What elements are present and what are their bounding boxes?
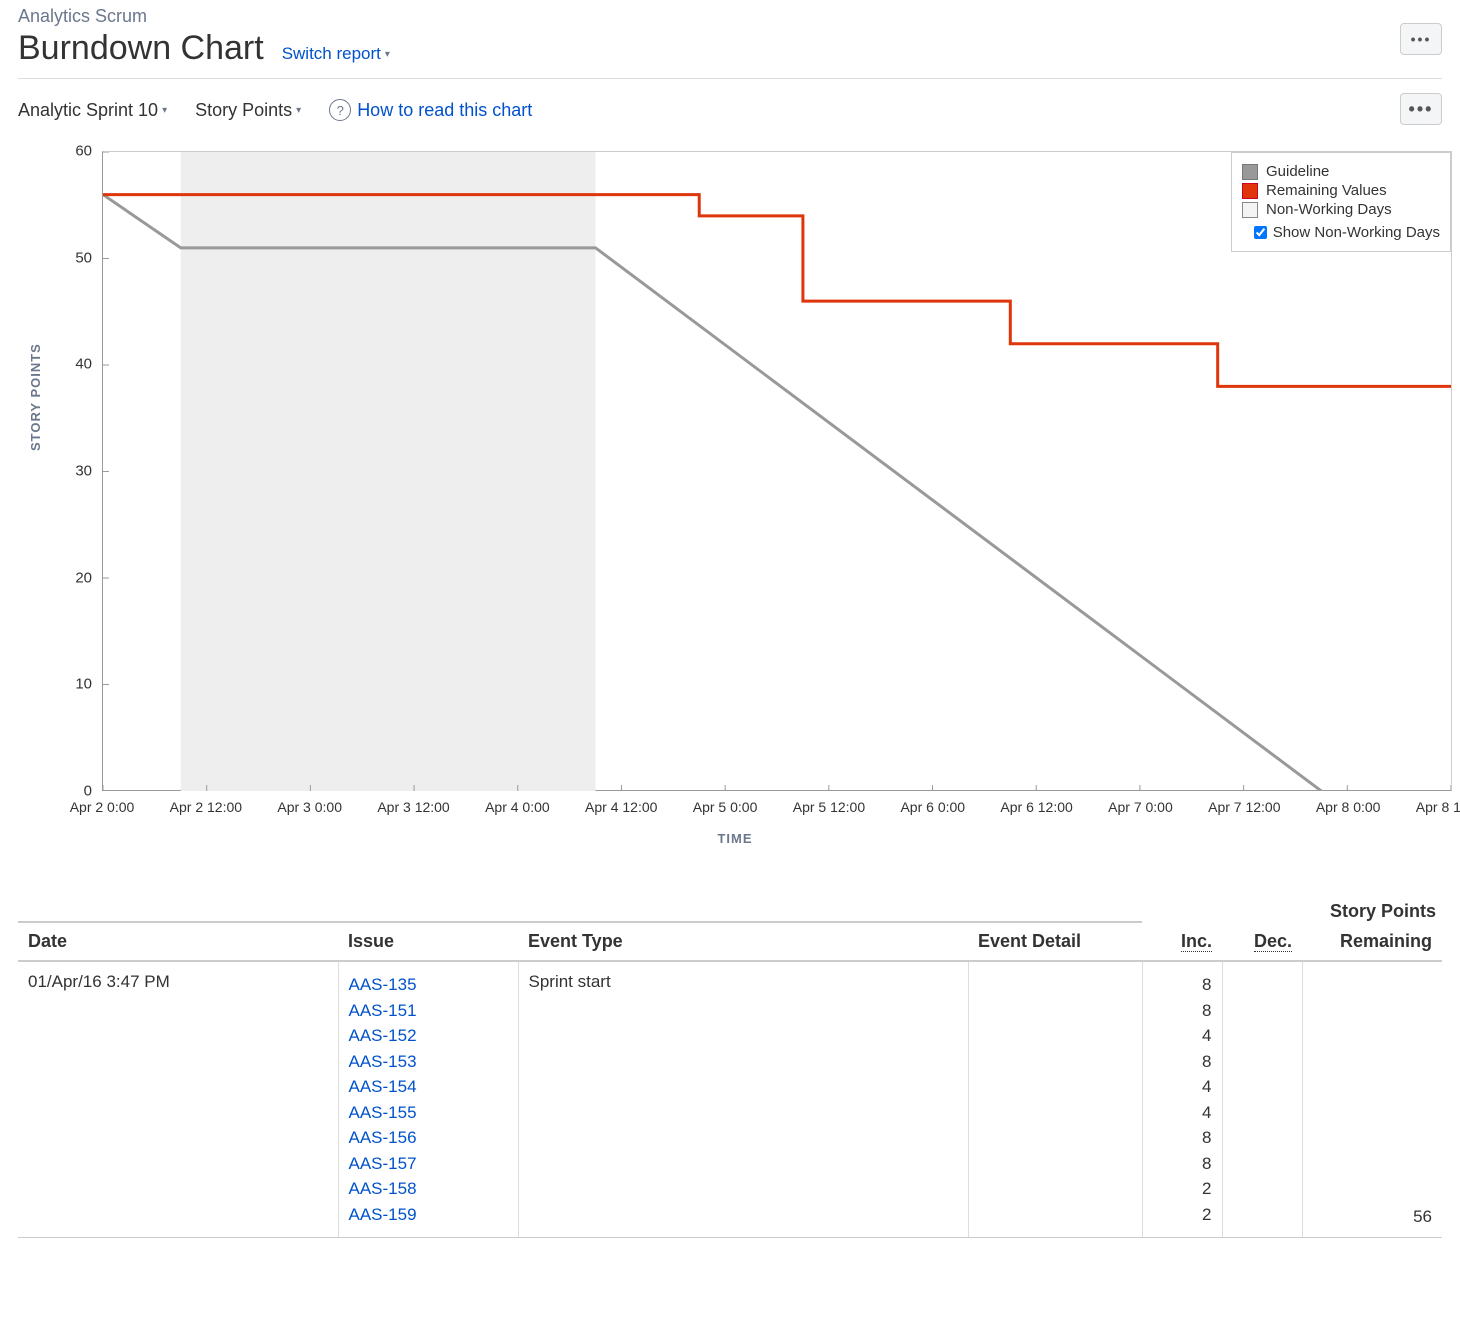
x-tick: Apr 6 0:00: [900, 799, 965, 815]
x-tick: Apr 3 12:00: [377, 799, 449, 815]
col-dec-label: Dec.: [1222, 922, 1302, 961]
x-tick: Apr 7 12:00: [1208, 799, 1280, 815]
how-to-read-label: How to read this chart: [357, 100, 532, 121]
inc-value: 4: [1153, 1074, 1212, 1100]
page-title: Burndown Chart: [18, 29, 264, 68]
estimation-picker-label: Story Points: [195, 100, 292, 121]
inc-value: 2: [1153, 1176, 1212, 1202]
y-tick: 50: [56, 249, 92, 266]
col-etype-label: Event Type: [518, 922, 968, 961]
x-tick: Apr 8 0:00: [1316, 799, 1381, 815]
col-issue-label: Issue: [338, 922, 518, 961]
table-row: 01/Apr/16 3:47 PM AAS-135AAS-151AAS-152A…: [18, 961, 1442, 1238]
inc-value: 4: [1153, 1100, 1212, 1126]
switch-report-label: Switch report: [282, 44, 381, 63]
switch-report-link[interactable]: Switch report ▾: [282, 44, 390, 64]
legend-label-nonworking: Non-Working Days: [1266, 201, 1392, 218]
sprint-picker[interactable]: Analytic Sprint 10 ▾: [18, 100, 167, 121]
help-icon: ?: [329, 99, 351, 121]
chevron-down-icon: ▾: [385, 49, 390, 60]
x-tick: Apr 2 12:00: [170, 799, 242, 815]
y-tick: 40: [56, 356, 92, 373]
col-date-label: Date: [18, 922, 338, 961]
how-to-read-link[interactable]: ? How to read this chart: [329, 99, 532, 121]
x-tick: Apr 8 12:00: [1416, 799, 1460, 815]
col-edetail-label: Event Detail: [968, 922, 1142, 961]
issue-link[interactable]: AAS-159: [349, 1202, 508, 1228]
divider: [18, 78, 1442, 79]
issue-link[interactable]: AAS-156: [349, 1125, 508, 1151]
cell-event-detail: [968, 961, 1142, 1238]
legend-label-remaining: Remaining Values: [1266, 182, 1387, 199]
issue-link[interactable]: AAS-154: [349, 1074, 508, 1100]
issue-link[interactable]: AAS-157: [349, 1151, 508, 1177]
y-tick: 60: [56, 143, 92, 160]
inc-value: 8: [1153, 998, 1212, 1024]
cell-date: 01/Apr/16 3:47 PM: [18, 961, 338, 1238]
cell-dec: [1222, 961, 1302, 1238]
chart-plot-area: Guideline Remaining Values Non-Working D…: [102, 151, 1452, 791]
cell-remaining: 56: [1302, 961, 1442, 1238]
cell-event-type: Sprint start: [518, 961, 968, 1238]
issue-link[interactable]: AAS-153: [349, 1049, 508, 1075]
story-points-header: Story Points: [1142, 901, 1442, 922]
x-tick: Apr 5 12:00: [793, 799, 865, 815]
legend-swatch-remaining: [1242, 183, 1258, 199]
chart-more-actions-button[interactable]: •••: [1400, 93, 1442, 125]
col-inc-label: Inc.: [1142, 922, 1222, 961]
x-tick: Apr 4 12:00: [585, 799, 657, 815]
issue-link[interactable]: AAS-158: [349, 1176, 508, 1202]
chart-legend: Guideline Remaining Values Non-Working D…: [1231, 152, 1451, 252]
y-tick: 10: [56, 676, 92, 693]
ellipsis-icon: •••: [1411, 31, 1432, 47]
chevron-down-icon: ▾: [162, 105, 167, 116]
y-axis-label: STORY POINTS: [28, 343, 43, 451]
col-remaining-label: Remaining: [1302, 922, 1442, 961]
issue-link[interactable]: AAS-151: [349, 998, 508, 1024]
issue-link[interactable]: AAS-155: [349, 1100, 508, 1126]
inc-value: 4: [1153, 1023, 1212, 1049]
x-tick: Apr 2 0:00: [70, 799, 135, 815]
col-date: [18, 901, 338, 922]
show-nonworking-label: Show Non-Working Days: [1273, 224, 1440, 241]
x-tick: Apr 4 0:00: [485, 799, 550, 815]
col-issue-ph: [338, 901, 518, 922]
inc-value: 8: [1153, 972, 1212, 998]
x-axis-label: TIME: [717, 831, 752, 846]
ellipsis-icon: •••: [1409, 99, 1434, 120]
legend-swatch-nonworking: [1242, 202, 1258, 218]
inc-value: 8: [1153, 1151, 1212, 1177]
legend-swatch-guideline: [1242, 164, 1258, 180]
chevron-down-icon: ▾: [296, 105, 301, 116]
issue-link[interactable]: AAS-152: [349, 1023, 508, 1049]
estimation-picker[interactable]: Story Points ▾: [195, 100, 301, 121]
inc-value: 2: [1153, 1202, 1212, 1228]
y-tick: 20: [56, 569, 92, 586]
y-tick: 0: [56, 783, 92, 800]
breadcrumb[interactable]: Analytics Scrum: [18, 0, 1442, 27]
legend-label-guideline: Guideline: [1266, 163, 1329, 180]
col-etype-ph: [518, 901, 968, 922]
cell-issues: AAS-135AAS-151AAS-152AAS-153AAS-154AAS-1…: [338, 961, 518, 1238]
inc-value: 8: [1153, 1125, 1212, 1151]
cell-inc: 8848448822: [1142, 961, 1222, 1238]
show-nonworking-checkbox[interactable]: [1254, 226, 1267, 239]
events-table: Story Points Date Issue Event Type Event…: [18, 901, 1442, 1238]
sprint-picker-label: Analytic Sprint 10: [18, 100, 158, 121]
x-tick: Apr 5 0:00: [693, 799, 758, 815]
burndown-chart: STORY POINTS 0102030405060 Guideline Rem…: [28, 151, 1442, 871]
more-actions-button[interactable]: •••: [1400, 23, 1442, 55]
col-edetail-ph: [968, 901, 1142, 922]
y-tick: 30: [56, 463, 92, 480]
x-tick: Apr 7 0:00: [1108, 799, 1173, 815]
inc-value: 8: [1153, 1049, 1212, 1075]
x-tick: Apr 3 0:00: [277, 799, 342, 815]
issue-link[interactable]: AAS-135: [349, 972, 508, 998]
x-tick: Apr 6 12:00: [1000, 799, 1072, 815]
